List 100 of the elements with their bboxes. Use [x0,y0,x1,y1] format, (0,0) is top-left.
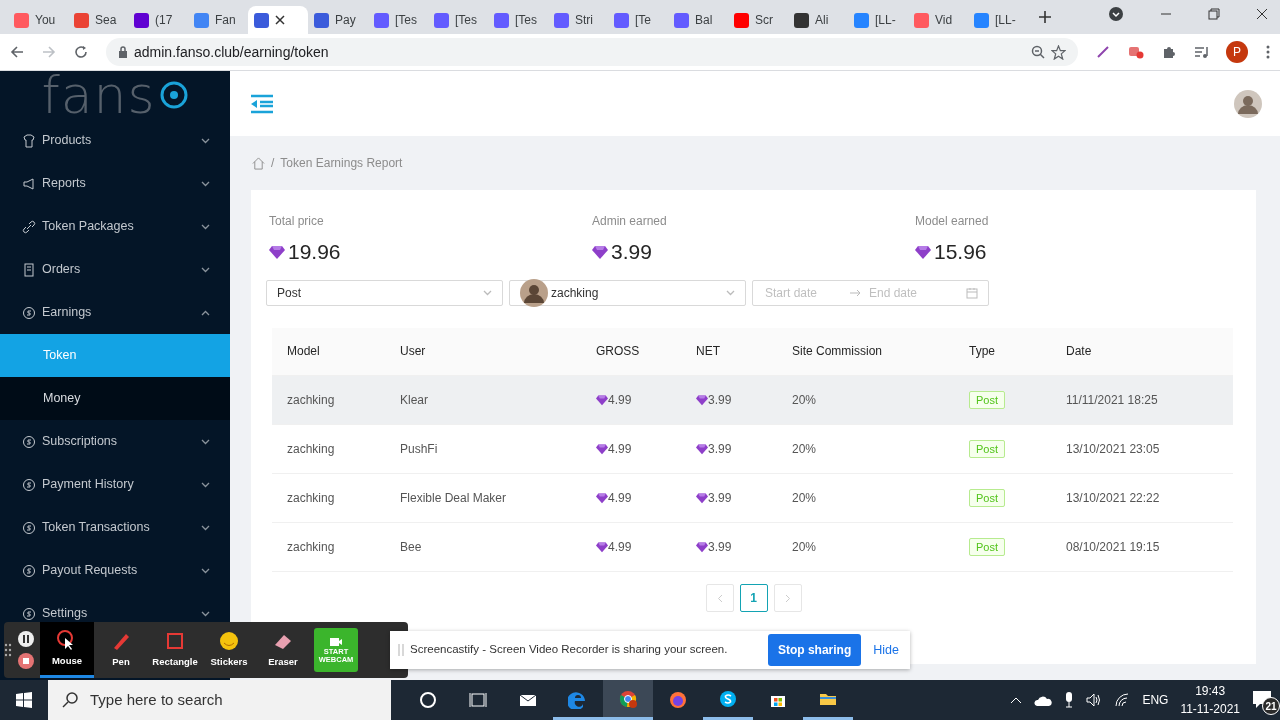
browser-tab[interactable]: Ali [788,6,848,34]
sidebar-item[interactable]: Reports [0,162,230,205]
browser-tab[interactable]: Sea [68,6,128,34]
browser-tab[interactable]: [Te [608,6,668,34]
tab-search-icon[interactable] [1108,6,1124,22]
sidebar-item[interactable]: Earnings [0,291,230,334]
stat-value: 19.96 [288,239,341,265]
table-cell-text: 4.99 [608,490,632,507]
browser-tab[interactable] [248,6,308,34]
browser-tab[interactable]: Pay [308,6,368,34]
submenu-item[interactable]: Money [0,377,230,420]
media-icon[interactable] [1194,45,1208,59]
table-cell: 20% [792,393,817,407]
browser-tab[interactable]: You [8,6,68,34]
lock-icon [118,46,128,58]
table-cell: zachking [287,540,335,554]
table-cell: Bee [400,540,422,554]
drag-handle-icon[interactable] [4,643,12,657]
type-tag: Post [969,538,1005,556]
zoom-icon[interactable] [1031,45,1045,59]
language-indicator[interactable]: ENG [1142,691,1169,709]
chevron-up-icon[interactable] [1010,696,1023,704]
tool-button[interactable]: Rectangle [148,622,202,678]
hide-link[interactable]: Hide [873,640,899,660]
chevron-down-icon [201,223,210,230]
sidebar-item[interactable]: Products [0,119,230,162]
browser-tab[interactable]: [Tes [428,6,488,34]
reload-icon[interactable] [74,45,88,59]
clock-date[interactable]: 11-11-2021 [1180,700,1240,718]
table-cell: Klear [400,393,428,407]
back-icon[interactable] [10,45,24,59]
gem-icon [696,394,708,406]
clock-time[interactable]: 19:43 [1195,682,1226,700]
chevron-down-icon [201,438,210,445]
close-icon[interactable] [275,15,285,25]
browser-tab[interactable]: Vid [908,6,968,34]
stat-label: Total price [269,213,325,230]
gem-icon [596,492,608,504]
browser-tab[interactable]: [LL- [968,6,1028,34]
tool-button[interactable]: Pen [94,622,148,678]
chevron-down-icon [201,610,210,617]
pause-icon[interactable] [18,631,34,647]
sidebar-item[interactable]: Token Packages [0,205,230,248]
column-header: Model [272,327,385,376]
column-header: Site Commission [777,327,954,376]
receipt-icon [22,262,36,277]
avatar-icon[interactable] [1234,89,1262,118]
chevron-down-icon [201,567,210,574]
pen-icon[interactable] [1096,45,1110,59]
sidebar-item[interactable]: Token Transactions [0,506,230,549]
tool-button[interactable]: Eraser [256,622,310,678]
gem-icon [269,243,285,260]
start-date-field[interactable]: Start date [763,282,843,303]
microphone-icon[interactable] [1064,692,1075,708]
address-field[interactable]: admin.fanso.club/earning/token [106,38,1078,66]
type-select[interactable]: Post [266,279,503,306]
more-icon[interactable] [1266,45,1270,59]
browser-tab[interactable]: [Tes [488,6,548,34]
browser-tab[interactable]: [Tes [368,6,428,34]
profile-avatar[interactable]: P [1226,41,1248,63]
restore-icon[interactable] [1208,8,1220,20]
browser-tab[interactable]: Bal [668,6,728,34]
gem-icon [596,443,608,455]
chevron-right-icon [784,593,791,603]
stop-icon[interactable] [18,653,34,669]
column-header: User [385,327,581,376]
model-select[interactable]: zachking [509,279,746,306]
speaker-icon[interactable] [1086,693,1103,707]
sidebar-item[interactable]: Subscriptions [0,420,230,463]
cortana-icon [418,690,438,710]
tool-button[interactable]: Mouse [40,622,94,678]
table-cell: zachking [287,393,335,407]
sidebar-item[interactable]: Payment History [0,463,230,506]
camera-icon [329,636,343,649]
chevron-down-icon [726,289,735,296]
record-icon[interactable] [1128,45,1144,59]
browser-tab[interactable]: Fan [188,6,248,34]
sidebar-item[interactable]: Orders [0,248,230,291]
table-cell: 13/10/2021 23:05 [1066,442,1160,456]
sidebar-item[interactable]: Payout Requests [0,549,230,592]
star-icon[interactable] [1051,44,1066,60]
wifi-icon[interactable] [1114,693,1131,707]
stop-sharing-button[interactable]: Stop sharing [767,634,862,666]
date-range-field[interactable]: Start date End date [752,279,989,306]
browser-tab[interactable]: (17 [128,6,188,34]
firefox-icon [668,690,688,710]
taskbar-search-field[interactable]: Type here to search [48,680,391,720]
stat-value: 15.96 [933,239,987,265]
windows-icon[interactable] [16,692,32,708]
browser-tab[interactable]: [LL- [848,6,908,34]
cloud-icon[interactable] [1034,694,1053,706]
table-cell: zachking [287,491,335,505]
browser-tab[interactable]: Stri [548,6,608,34]
close-icon[interactable] [1256,8,1268,20]
puzzle-icon[interactable] [1162,45,1176,59]
new-tab-icon[interactable] [1038,10,1052,24]
end-date-field[interactable]: End date [867,282,960,303]
menu-fold-icon[interactable] [250,93,274,114]
browser-tab[interactable]: Scr [728,6,788,34]
tool-button[interactable]: Stickers [202,622,256,678]
